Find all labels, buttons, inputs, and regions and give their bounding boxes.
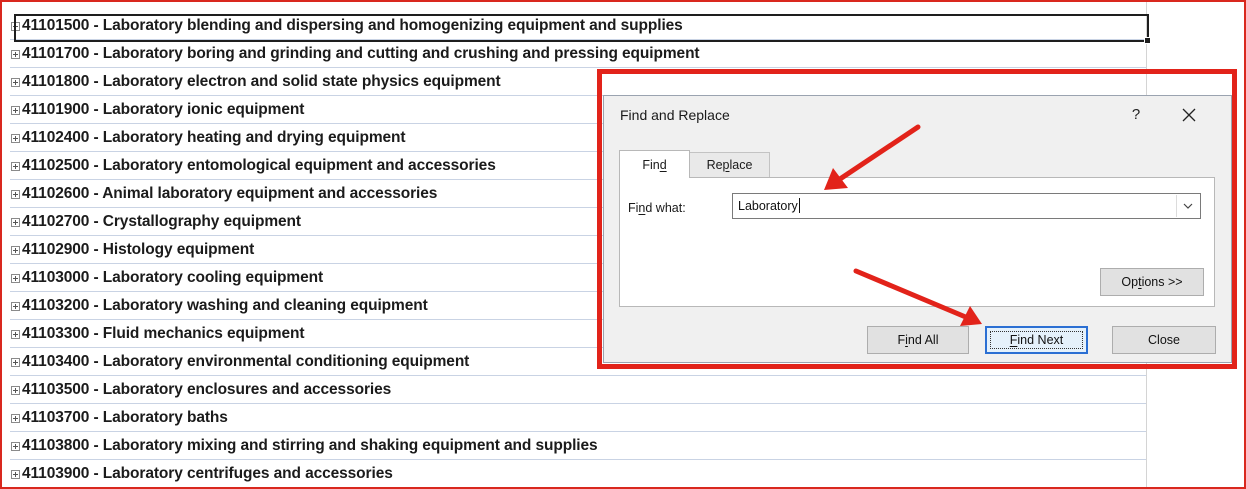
expand-plus-icon[interactable] — [10, 413, 21, 424]
row-label: 41102600 - Animal laboratory equipment a… — [22, 184, 438, 202]
expand-plus-icon[interactable] — [10, 49, 21, 60]
expand-plus-icon[interactable] — [10, 385, 21, 396]
tab-replace[interactable]: Replace — [690, 152, 770, 178]
row-label: 41103200 - Laboratory washing and cleani… — [22, 296, 428, 314]
table-row[interactable]: 41101500 - Laboratory blending and dispe… — [10, 12, 1146, 40]
table-row[interactable]: 41103900 - Laboratory centrifuges and ac… — [10, 460, 1146, 487]
find-what-input[interactable]: Laboratory — [738, 198, 800, 213]
expand-plus-icon[interactable] — [10, 189, 21, 200]
dropdown-arrow-icon[interactable] — [1176, 195, 1199, 217]
row-label: 41103400 - Laboratory environmental cond… — [22, 352, 470, 370]
find-what-combobox[interactable]: Laboratory — [732, 193, 1201, 219]
row-label: 41103700 - Laboratory baths — [22, 408, 228, 426]
row-label: 41103800 - Laboratory mixing and stirrin… — [22, 436, 598, 454]
table-row[interactable]: 41101700 - Laboratory boring and grindin… — [10, 40, 1146, 68]
expand-plus-icon[interactable] — [10, 301, 21, 312]
expand-plus-icon[interactable] — [10, 21, 21, 32]
expand-plus-icon[interactable] — [10, 469, 21, 480]
table-row[interactable]: 41101800 - Laboratory electron and solid… — [10, 68, 1146, 96]
row-label: 41102900 - Histology equipment — [22, 240, 255, 258]
row-label: 41101500 - Laboratory blending and dispe… — [22, 16, 683, 34]
find-what-label: Find what: — [628, 201, 686, 215]
help-button[interactable]: ? — [1124, 104, 1148, 126]
row-label: 41103000 - Laboratory cooling equipment — [22, 268, 324, 286]
row-label: 41103500 - Laboratory enclosures and acc… — [22, 380, 392, 398]
expand-plus-icon[interactable] — [10, 357, 21, 368]
find-next-button[interactable]: Find Next — [985, 326, 1088, 354]
find-all-button[interactable]: Fi nd All — [867, 326, 969, 354]
expand-plus-icon[interactable] — [10, 273, 21, 284]
tab-replace-label: Replace — [706, 158, 753, 172]
table-row[interactable]: 41103800 - Laboratory mixing and stirrin… — [10, 432, 1146, 460]
row-label: 41101700 - Laboratory boring and grindin… — [22, 44, 700, 62]
expand-plus-icon[interactable] — [10, 105, 21, 116]
row-label: 41103900 - Laboratory centrifuges and ac… — [22, 464, 393, 482]
expand-plus-icon[interactable] — [10, 133, 21, 144]
expand-plus-icon[interactable] — [10, 161, 21, 172]
expand-plus-icon[interactable] — [10, 329, 21, 340]
close-icon[interactable] — [1176, 104, 1202, 126]
table-row[interactable]: 41103700 - Laboratory baths — [10, 404, 1146, 432]
table-row[interactable]: 41103500 - Laboratory enclosures and acc… — [10, 376, 1146, 404]
dialog-title: Find and Replace — [620, 107, 730, 123]
focus-rectangle — [990, 331, 1083, 349]
expand-plus-icon[interactable] — [10, 441, 21, 452]
close-button[interactable]: Close — [1112, 326, 1216, 354]
tab-find[interactable]: Find — [619, 150, 690, 178]
options-button[interactable]: Op t ions >> — [1100, 268, 1204, 296]
find-replace-dialog: Find and Replace ? Find Replace Find wha… — [603, 95, 1232, 363]
row-label: 41102700 - Crystallography equipment — [22, 212, 301, 230]
row-label: 41102400 - Laboratory heating and drying… — [22, 128, 406, 146]
row-label: 41101800 - Laboratory electron and solid… — [22, 72, 501, 90]
row-label: 41101900 - Laboratory ionic equipment — [22, 100, 305, 118]
row-label: 41103300 - Fluid mechanics equipment — [22, 324, 305, 342]
expand-plus-icon[interactable] — [10, 77, 21, 88]
row-label: 41102500 - Laboratory entomological equi… — [22, 156, 496, 174]
tab-find-label: Find — [642, 157, 667, 172]
expand-plus-icon[interactable] — [10, 217, 21, 228]
expand-plus-icon[interactable] — [10, 245, 21, 256]
